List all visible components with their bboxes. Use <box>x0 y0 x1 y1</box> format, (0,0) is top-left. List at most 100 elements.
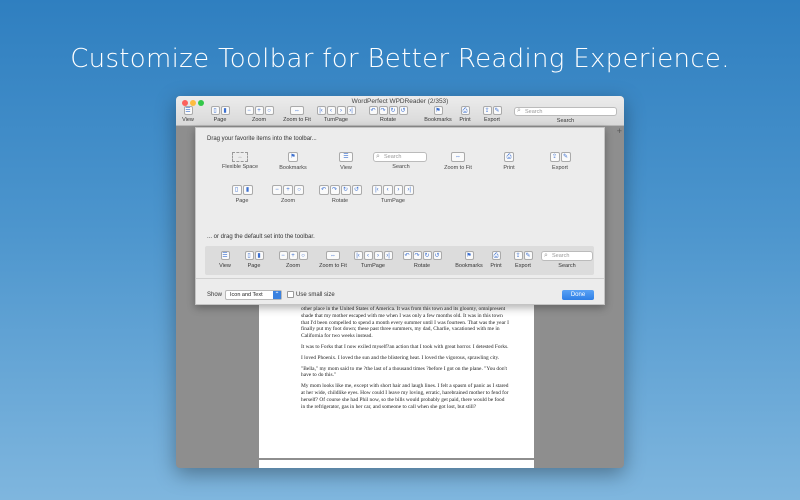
toolbar-zoom-label: Zoom <box>251 117 267 123</box>
toolbar-search-label: Search <box>556 118 575 124</box>
toolbar-page[interactable]: ▯ ▮ Page <box>206 106 234 123</box>
zoom-in-icon: + <box>288 251 298 260</box>
toolbar-export[interactable]: ⇪ ✎ Export <box>478 106 506 123</box>
export-icon[interactable]: ⇪ <box>482 106 492 115</box>
single-page-icon[interactable]: ▯ <box>210 106 220 115</box>
default-set-label: Page <box>247 263 261 269</box>
toolbar-zoom-fit[interactable]: ⇔ Zoom to Fit <box>283 106 311 123</box>
toolbar-print[interactable]: ⎙ Print <box>456 106 474 123</box>
zoom-in-icon[interactable]: + <box>254 106 264 115</box>
first-page-icon: |‹ <box>353 251 363 260</box>
palette-label: Export <box>552 165 568 171</box>
toolbar-bookmarks[interactable]: ⚑ Bookmarks <box>424 106 452 123</box>
palette-print[interactable]: ⎙ Print <box>499 152 519 171</box>
palette-flexible-space[interactable]: ↔ Flexible Space <box>222 152 258 170</box>
palette-label: Zoom to Fit <box>444 165 472 171</box>
palette-page[interactable]: ▯ ▮ Page <box>228 185 256 204</box>
palette-label: Zoom <box>280 198 296 204</box>
zoom-fit-icon: ⇔ <box>326 251 340 260</box>
zoom-actual-icon[interactable]: ○ <box>264 106 274 115</box>
toolbar-view[interactable]: ☰ View <box>180 106 196 123</box>
palette-label: Flexible Space <box>222 164 259 170</box>
prev-page-icon: ‹ <box>382 185 393 195</box>
add-tab-button[interactable]: + <box>617 126 622 136</box>
toolbar-export-label: Export <box>484 117 500 123</box>
print-icon: ⎙ <box>504 152 514 162</box>
doc-paragraph: "Bella," my mom said to me ?the last of … <box>301 365 507 379</box>
customize-toolbar-sheet: Drag your favorite items into the toolba… <box>195 127 605 305</box>
sheet-divider <box>196 278 604 279</box>
document-text: other place in the United States of Amer… <box>301 306 509 414</box>
palette-label: View <box>340 165 352 171</box>
rotate-right-icon: ↷ <box>329 185 340 195</box>
doc-paragraph: I loved Phoenix. I loved the sun and the… <box>301 354 500 361</box>
first-page-icon[interactable]: |‹ <box>316 106 326 115</box>
palette-zoom[interactable]: − + ○ Zoom <box>270 185 306 204</box>
toolbar-search-input[interactable]: Search <box>514 107 617 116</box>
rotate-ccw-icon: ↺ <box>432 251 442 260</box>
palette-label: Print <box>503 165 515 171</box>
default-set-label: Export <box>515 263 531 269</box>
print-icon: ⎙ <box>491 251 501 260</box>
palette-label: TurnPage <box>381 198 405 204</box>
view-icon: ☰ <box>183 106 193 115</box>
palette-label: Bookmarks <box>279 165 307 171</box>
toolbar-zoom[interactable]: − + ○ Zoom <box>239 106 279 123</box>
palette-bookmarks[interactable]: ⚑ Bookmarks <box>276 152 310 171</box>
edit-icon: ✎ <box>560 152 571 162</box>
default-zoom-fit: ⇔ Zoom to Fit <box>319 251 347 269</box>
export-icon: ⇪ <box>549 152 560 162</box>
doc-paragraph: My mom looks like me, except with short … <box>301 383 509 410</box>
toolbar-turnpage-label: TurnPage <box>324 117 348 123</box>
prev-page-icon[interactable]: ‹ <box>326 106 336 115</box>
palette-zoom-fit[interactable]: ⇔ Zoom to Fit <box>441 152 475 171</box>
page-headline: Customize Toolbar for Better Reading Exp… <box>70 44 730 74</box>
next-page-icon: › <box>393 185 404 195</box>
palette-export[interactable]: ⇪ ✎ Export <box>546 152 574 171</box>
rotate-left-icon[interactable]: ↶ <box>368 106 378 115</box>
single-page-icon: ▯ <box>244 251 254 260</box>
edit-icon: ✎ <box>523 251 533 260</box>
two-page-icon: ▮ <box>242 185 253 195</box>
small-size-checkbox[interactable] <box>287 291 294 298</box>
last-page-icon: ›| <box>404 185 414 195</box>
flexible-space-icon: ↔ <box>232 152 248 162</box>
default-print: ⎙ Print <box>487 251 505 269</box>
rotate-left-icon: ↶ <box>318 185 329 195</box>
toolbar-rotate[interactable]: ↶ ↷ ↻ ↺ Rotate <box>366 106 410 123</box>
rotate-ccw-icon[interactable]: ↺ <box>398 106 408 115</box>
done-button[interactable]: Done <box>562 290 594 300</box>
single-page-icon: ▯ <box>231 185 242 195</box>
default-export: ⇪ ✎ Export <box>509 251 537 269</box>
palette-label: Search <box>392 164 410 170</box>
palette-label: Page <box>235 198 249 204</box>
rotate-cw-icon[interactable]: ↻ <box>388 106 398 115</box>
palette-turnpage[interactable]: |‹ ‹ › ›| TurnPage <box>372 185 414 204</box>
show-mode-select[interactable]: Icon and Text <box>225 290 282 300</box>
prev-page-icon: ‹ <box>363 251 373 260</box>
window-titlebar: WordPerfect WPDReader (2/353) ☰ View ▯ ▮… <box>176 96 624 126</box>
default-set-label: View <box>219 263 231 269</box>
rotate-cw-icon: ↻ <box>422 251 432 260</box>
edit-icon[interactable]: ✎ <box>492 106 502 115</box>
next-page-icon[interactable]: › <box>336 106 346 115</box>
zoom-out-icon: − <box>272 185 282 195</box>
view-icon: ☰ <box>220 251 230 260</box>
last-page-icon[interactable]: ›| <box>346 106 356 115</box>
bookmark-icon: ⚑ <box>288 152 298 162</box>
palette-rotate[interactable]: ↶ ↷ ↻ ↺ Rotate <box>317 185 363 204</box>
default-page: ▯ ▮ Page <box>241 251 267 269</box>
small-size-label: Use small size <box>296 292 335 298</box>
toolbar-print-label: Print <box>459 117 471 123</box>
default-toolbar-set[interactable]: ☰ View ▯ ▮ Page − + ○ Zoom ⇔ Zoom to Fit… <box>205 246 594 275</box>
rotate-right-icon[interactable]: ↷ <box>378 106 388 115</box>
palette-view[interactable]: ☰ View <box>334 152 358 171</box>
print-icon: ⎙ <box>460 106 470 115</box>
two-page-icon[interactable]: ▮ <box>220 106 230 115</box>
zoom-out-icon[interactable]: − <box>244 106 254 115</box>
palette-search-field: Search <box>373 152 427 162</box>
window-title: WordPerfect WPDReader (2/353) <box>351 98 449 105</box>
palette-search[interactable]: Search Search <box>373 152 429 170</box>
toolbar-turnpage[interactable]: |‹ ‹ › ›| TurnPage <box>315 106 357 123</box>
export-icon: ⇪ <box>513 251 523 260</box>
